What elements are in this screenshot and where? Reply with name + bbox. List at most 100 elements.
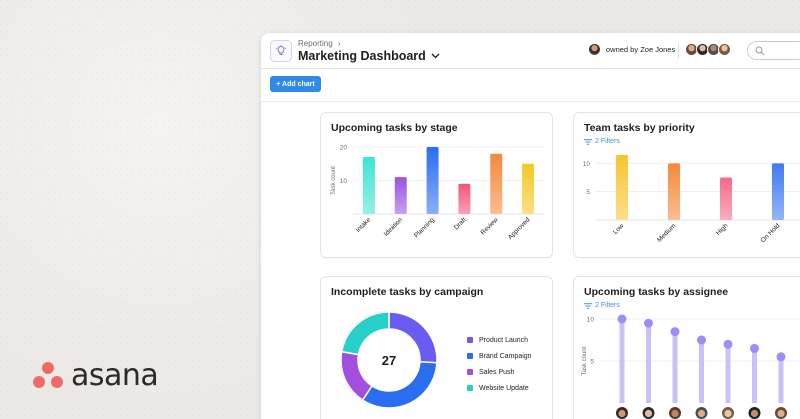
- priority-bar-chart: 5 10 Low Medium High On Hold: [583, 154, 800, 244]
- lollipop-stem: [619, 319, 625, 403]
- avatar[interactable]: [718, 43, 731, 56]
- donut-slice: [340, 311, 390, 356]
- y-tick-label: 10: [340, 178, 348, 185]
- lightbulb-icon[interactable]: [270, 40, 292, 62]
- y-axis-label: Task count: [331, 166, 337, 195]
- x-tick-label: Medium: [656, 222, 677, 243]
- bar: [490, 153, 503, 214]
- assignee-avatar-face: [724, 409, 732, 418]
- card-incomplete-tasks-by-campaign[interactable]: Incomplete tasks by campaign 27 Product …: [320, 276, 553, 419]
- lollipop-point: [723, 339, 733, 349]
- card-upcoming-tasks-by-stage[interactable]: Upcoming tasks by stage Task count 10 20 In…: [320, 112, 553, 258]
- x-tick-label: Approved: [507, 216, 532, 241]
- legend-label: Sales Push: [479, 368, 515, 376]
- asana-logo-mark: [33, 361, 63, 390]
- legend-item: Website Update: [467, 380, 532, 396]
- asana-wordmark: asana: [71, 358, 159, 393]
- legend-swatch: [467, 369, 473, 375]
- legend-swatch: [467, 337, 473, 343]
- page-title[interactable]: Marketing Dashboard: [298, 49, 440, 63]
- assignee-avatar-face: [671, 409, 679, 418]
- filter-icon: [584, 302, 592, 309]
- assignee-avatar-face: [618, 409, 626, 418]
- search-icon: [755, 46, 765, 56]
- legend-label: Website Update: [479, 384, 529, 392]
- team-avatars[interactable]: [685, 43, 731, 56]
- dashboard-header: Reporting › Marketing Dashboard owned by…: [261, 33, 800, 69]
- x-tick-label: Review: [480, 216, 500, 236]
- bar: [362, 157, 375, 214]
- breadcrumb[interactable]: Reporting ›: [298, 39, 341, 48]
- lollipop-point: [617, 314, 627, 324]
- search-input[interactable]: [747, 41, 800, 60]
- bar: [458, 183, 471, 214]
- card-title: Upcoming tasks by stage: [331, 122, 458, 134]
- donut-slice: [340, 350, 374, 402]
- assignee-avatar-face: [750, 409, 759, 418]
- filters-button[interactable]: 2 Filters: [584, 302, 620, 309]
- x-tick-label: Planning: [413, 216, 436, 239]
- header-divider: [678, 43, 679, 59]
- y-tick-label: 10: [583, 161, 591, 168]
- legend-item: Sales Push: [467, 364, 532, 380]
- lollipop-point: [750, 343, 759, 353]
- x-tick-label: Intake: [355, 216, 373, 234]
- asana-logo: asana: [33, 358, 159, 393]
- bar: [522, 163, 535, 214]
- donut-center-value: 27: [382, 353, 396, 368]
- filters-label: 2 Filters: [595, 302, 620, 309]
- card-title: Incomplete tasks by campaign: [331, 286, 484, 298]
- lollipop-point: [670, 327, 680, 337]
- filters-button[interactable]: 2 Filters: [584, 138, 620, 145]
- assignee-lollipop-chart: Task count 5 10: [582, 314, 800, 419]
- y-tick-label: 5: [590, 359, 594, 366]
- legend-item: Brand Campaign: [467, 348, 532, 364]
- owner-text: owned by Zoe Jones: [606, 45, 676, 54]
- x-tick-label: High: [715, 222, 730, 237]
- filter-icon: [584, 138, 592, 145]
- stage-bar-chart: Task count 10 20 Intake Ideation Planning Draf…: [331, 145, 544, 241]
- add-chart-button[interactable]: + Add chart: [270, 76, 321, 92]
- card-title: Upcoming tasks by assignee: [584, 286, 729, 298]
- card-upcoming-tasks-by-assignee[interactable]: Upcoming tasks by assignee 2 Filters Tas…: [573, 276, 800, 419]
- campaign-legend: Product Launch Brand Campaign Sales Push We…: [467, 332, 532, 396]
- page-title-text: Marketing Dashboard: [298, 49, 426, 63]
- x-tick-label: Draft: [453, 216, 468, 231]
- bar: [426, 147, 439, 214]
- lollipop-stem: [752, 348, 757, 403]
- lollipop-point: [697, 335, 706, 345]
- bar: [720, 177, 732, 220]
- lollipop-point: [776, 352, 786, 362]
- card-title: Team tasks by priority: [584, 122, 695, 134]
- legend-label: Brand Campaign: [479, 352, 532, 360]
- filters-label: 2 Filters: [595, 138, 620, 145]
- lollipop-stem: [699, 340, 704, 403]
- app-window: Reporting › Marketing Dashboard owned by…: [261, 33, 800, 419]
- owner-avatar: [588, 43, 601, 56]
- owner-info[interactable]: owned by Zoe Jones: [588, 43, 675, 56]
- x-tick-label: On Hold: [760, 222, 782, 244]
- bar: [616, 154, 628, 220]
- lollipop-stem: [672, 331, 678, 403]
- x-tick-label: Low: [612, 222, 626, 236]
- assignee-avatar-face: [697, 409, 706, 418]
- assignee-avatar-face: [777, 409, 785, 418]
- chevron-down-icon[interactable]: [431, 53, 440, 59]
- card-team-tasks-by-priority[interactable]: Team tasks by priority 2 Filters 5 10 Low M…: [573, 112, 800, 258]
- donut-slice: [361, 361, 438, 409]
- legend-swatch: [467, 385, 473, 391]
- lollipop-stem: [778, 356, 784, 403]
- bar: [772, 163, 784, 220]
- lollipop-stem: [725, 344, 731, 403]
- campaign-donut-chart: 27: [340, 311, 438, 409]
- legend-swatch: [467, 353, 473, 359]
- y-tick-label: 10: [587, 317, 595, 324]
- y-tick-label: 20: [340, 145, 348, 152]
- assignee-avatar-face: [644, 409, 653, 418]
- y-axis-label: Task count: [582, 346, 588, 375]
- breadcrumb-reporting[interactable]: Reporting: [298, 39, 333, 48]
- y-tick-label: 5: [586, 189, 590, 196]
- bar: [668, 163, 680, 220]
- toolbar-divider: [261, 101, 800, 102]
- breadcrumb-separator: ›: [337, 39, 341, 48]
